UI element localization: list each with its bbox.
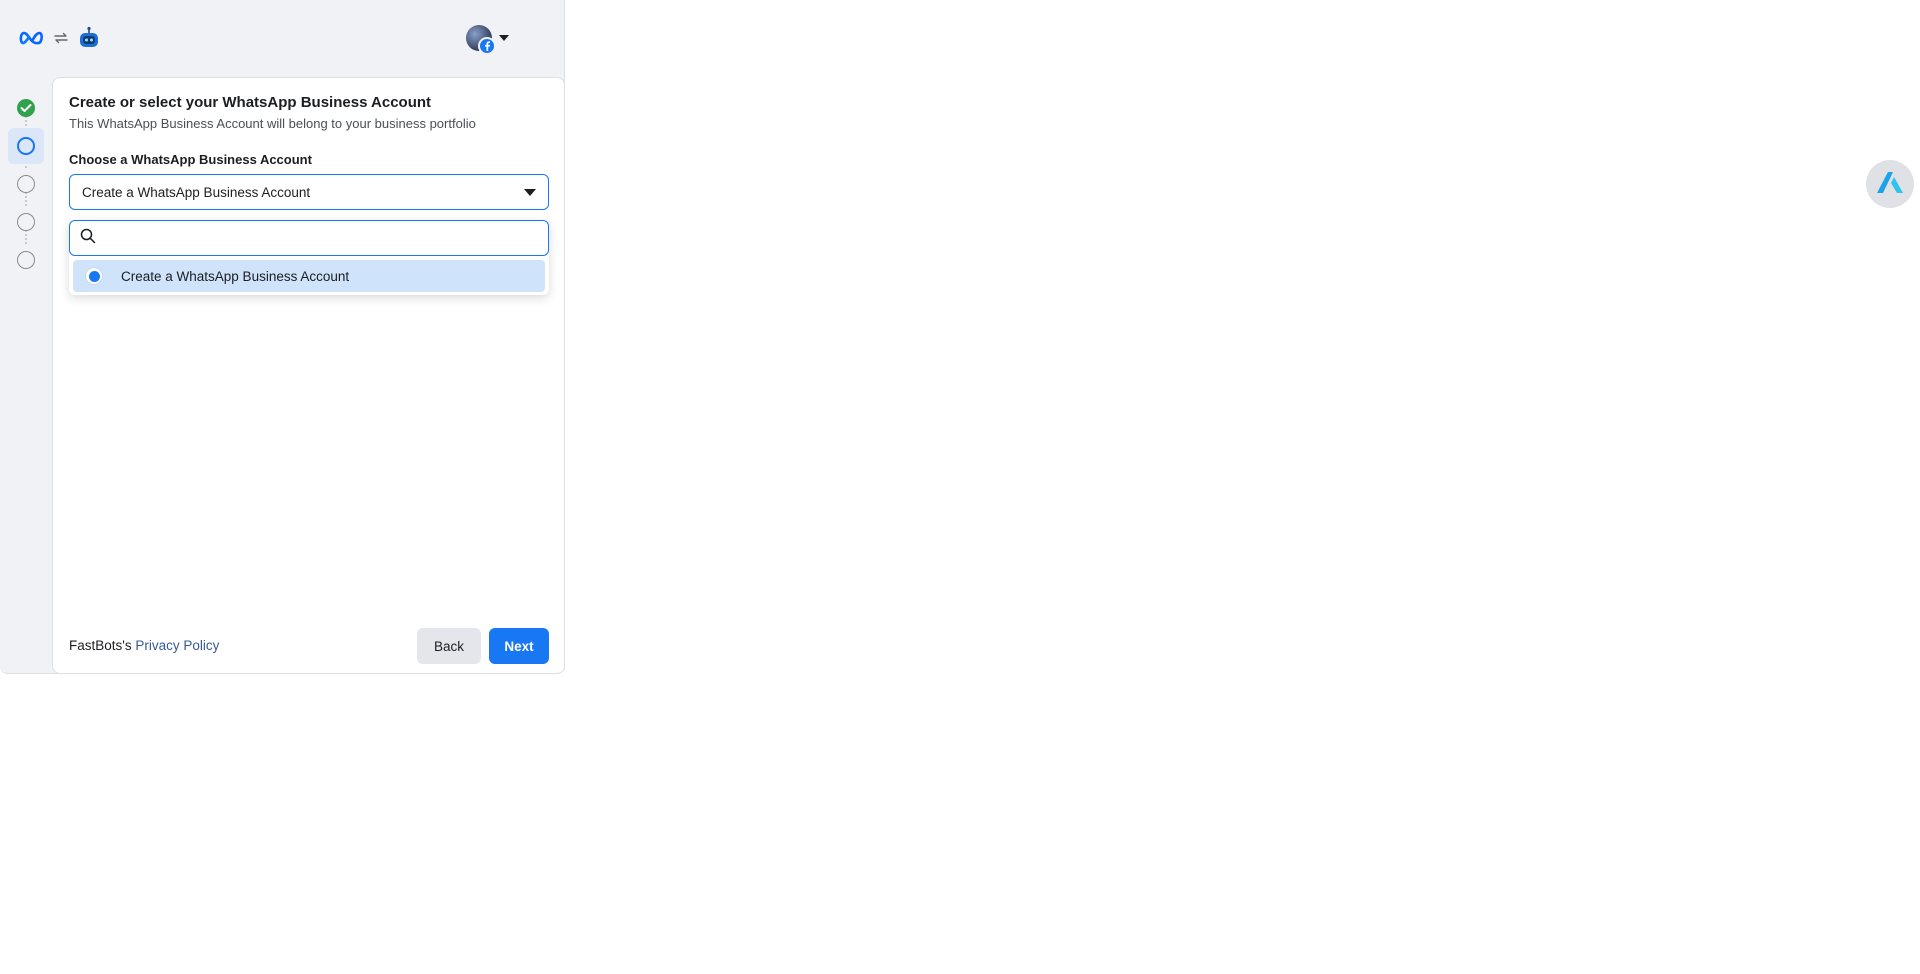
check-circle-icon — [17, 99, 35, 117]
chevron-down-icon — [524, 188, 536, 196]
radio-selected-dot — [88, 270, 100, 282]
facebook-badge-icon — [478, 37, 496, 55]
fastbots-robot-icon — [77, 26, 101, 55]
next-button[interactable]: Next — [489, 628, 549, 664]
account-field-label: Choose a WhatsApp Business Account — [69, 152, 312, 167]
back-button[interactable]: Back — [417, 628, 481, 664]
popup-header — [0, 0, 565, 76]
step-circle-icon — [17, 175, 35, 193]
content-card: Create or select your WhatsApp Business … — [52, 77, 565, 674]
caret-down-icon[interactable] — [498, 29, 510, 47]
floating-extension-button[interactable] — [1866, 160, 1914, 208]
step-1-complete — [8, 90, 44, 126]
search-icon — [80, 228, 96, 249]
dropdown-option[interactable]: Create a WhatsApp Business Account — [73, 260, 545, 292]
account-switcher[interactable] — [466, 25, 510, 55]
dropdown-search-box[interactable] — [69, 220, 549, 256]
extension-a-logo-icon — [1875, 169, 1905, 200]
profile-avatar[interactable] — [466, 25, 496, 55]
radio-button[interactable] — [85, 267, 103, 285]
swap-arrows-icon — [53, 30, 69, 51]
step-3 — [8, 166, 44, 202]
step-circle-icon — [17, 137, 35, 155]
step-2-current — [8, 128, 44, 164]
account-dropdown-menu: Create a WhatsApp Business Account — [69, 220, 549, 295]
app-connection-logos — [19, 26, 101, 55]
whatsapp-signup-popup: Create or select your WhatsApp Business … — [0, 0, 565, 674]
account-select[interactable]: Create a WhatsApp Business Account — [69, 174, 549, 210]
meta-infinity-logo-icon — [19, 30, 45, 51]
step-circle-icon — [17, 213, 35, 231]
page-title: Create or select your WhatsApp Business … — [69, 94, 432, 111]
step-5 — [8, 242, 44, 278]
privacy-policy-text: FastBots's Privacy Policy — [69, 638, 219, 653]
step-circle-icon — [17, 251, 35, 269]
page-subtitle: This WhatsApp Business Account will belo… — [69, 116, 476, 131]
account-select-value: Create a WhatsApp Business Account — [82, 184, 311, 200]
step-4 — [8, 204, 44, 240]
option-label: Create a WhatsApp Business Account — [121, 268, 350, 284]
privacy-policy-prefix: FastBots's — [69, 638, 136, 653]
privacy-policy-link[interactable]: Privacy Policy — [135, 638, 219, 653]
search-input[interactable] — [104, 229, 538, 247]
